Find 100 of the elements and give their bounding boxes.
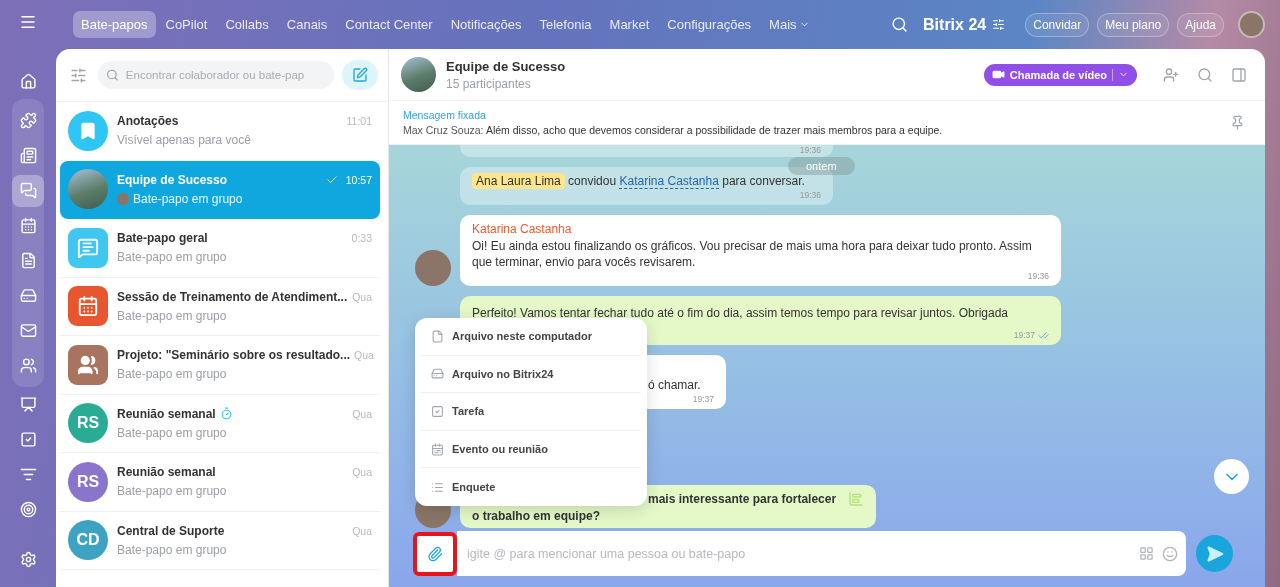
chat-subtitle: Bate-papo em grupo xyxy=(133,191,243,206)
chat-title: Sessão de Treinamento de Atendiment... xyxy=(117,289,348,304)
chat-title: Bate-papo geral xyxy=(117,231,208,246)
send-icon xyxy=(1205,544,1224,563)
message-text: ó chamar. xyxy=(648,377,702,393)
chat-time: Qua xyxy=(352,407,372,420)
chat-title: Equipe de Sucesso xyxy=(117,172,228,187)
header-button[interactable]: Convidar xyxy=(1025,12,1090,37)
system-message: Ana Laura Lima convidou Katarina Castanha para conversar. xyxy=(472,173,821,189)
chats-icon[interactable] xyxy=(12,174,44,207)
nav-tab[interactable]: Configurações xyxy=(659,11,760,38)
paperclip-icon xyxy=(427,545,443,562)
chat-time: Qua xyxy=(352,290,372,303)
nav-tab[interactable]: CoPilot xyxy=(157,11,216,38)
message-text: Oi! Eu ainda estou finalizando os gráficos. Vou precisar de mais uma hora para deixar tudo pronto. Assim que terminar, envio para vocês revisarem. xyxy=(472,238,1033,270)
message-time: 19:36 xyxy=(799,145,821,156)
header-button[interactable]: Meu plano xyxy=(1097,12,1170,37)
message-text: o trabalho em equipe? xyxy=(472,508,601,524)
photo-placeholder xyxy=(401,57,436,92)
search-input[interactable]: Encontrar colaborador ou bate-pap xyxy=(123,68,328,82)
search-field[interactable]: Encontrar colaborador ou bate-pap xyxy=(98,61,334,89)
nav-tab[interactable]: Collabs xyxy=(217,11,277,38)
user-avatar xyxy=(415,250,451,286)
nav-tab[interactable]: Telefonia xyxy=(531,11,600,38)
participants-count: 15 participantes xyxy=(446,76,532,91)
chat-time: 0:33 xyxy=(351,232,372,245)
nav-tab[interactable]: Contact Center xyxy=(337,11,441,38)
emoji-icon[interactable] xyxy=(1162,545,1178,562)
pen-icon xyxy=(352,67,368,83)
nav-tab[interactable]: Mais xyxy=(761,11,818,38)
initials-avatar: RS xyxy=(68,403,108,444)
photo-placeholder xyxy=(68,169,108,210)
chat-title: Central de Suporte xyxy=(117,523,225,538)
chat-time: 10:57 xyxy=(345,173,372,186)
chat-subtitle: Bate-papo em grupo xyxy=(117,542,227,557)
chat-subtitle: Bate-papo em grupo xyxy=(117,425,227,440)
chat-list-item[interactable]: CD Central de Suporte Qua Bate-papo em grupo xyxy=(60,511,380,570)
message-text: mais interessante para fortalecer xyxy=(648,491,837,507)
poll-icon xyxy=(848,491,864,507)
chat-subtitle: Bate-papo em grupo xyxy=(117,308,227,323)
event-icon xyxy=(431,442,444,456)
message-time: 19:36 xyxy=(1027,271,1049,282)
chat-title: Equipe de Sucesso xyxy=(446,58,567,74)
user-avatar[interactable] xyxy=(1238,11,1265,38)
nav-tab[interactable]: Bate-papos xyxy=(73,11,156,38)
initials-avatar: RS xyxy=(68,461,108,502)
menu-item[interactable]: Arquivo neste computador xyxy=(421,318,641,356)
send-button[interactable] xyxy=(1196,535,1233,572)
menu-item[interactable]: Arquivo no Bitrix24 xyxy=(421,355,641,394)
chat-subtitle: Bate-papo em grupo xyxy=(117,367,227,382)
chat-list-item[interactable]: Anotações 11:01 Visível apenas para você xyxy=(60,102,380,161)
user-link[interactable]: Katarina Castanha xyxy=(619,174,719,189)
sliders-icon[interactable] xyxy=(992,18,1006,31)
chat-time: Qua xyxy=(352,524,372,537)
nav-tab[interactable]: Canais xyxy=(278,11,336,38)
chat-time: Qua xyxy=(354,349,374,362)
task-icon xyxy=(431,405,444,418)
attach-button[interactable] xyxy=(413,531,457,576)
menu-item[interactable]: Evento ou reunião xyxy=(421,430,641,469)
chat-time: Qua xyxy=(352,466,372,479)
message-field[interactable]: igite @ para mencionar uma pessoa ou bate-papo xyxy=(457,531,1186,576)
video-camera-icon xyxy=(991,68,1005,81)
chat-subtitle: Bate-papo em grupo xyxy=(117,484,227,499)
new-chat-button[interactable] xyxy=(342,60,378,90)
message-author[interactable]: Katarina Castanha xyxy=(472,221,1049,237)
chat-list-item[interactable]: Projeto: "Seminário sobre os resultado... Qua Bate-papo em grupo xyxy=(60,336,380,395)
pinned-label: Mensagem fixada xyxy=(403,109,487,121)
chat-subtitle: Visível apenas para você xyxy=(117,133,251,148)
message-time: 19:36 xyxy=(799,190,821,201)
nav-tab[interactable]: Market xyxy=(601,11,658,38)
chat-list-item[interactable]: RS Reunião semanal Qua Bate-papo em grupo xyxy=(60,453,380,512)
scroll-down-button[interactable] xyxy=(1214,459,1249,494)
message-time: 19:37 xyxy=(1013,330,1049,341)
menu-item[interactable]: Enquete xyxy=(421,468,641,506)
chat-list-item[interactable]: Sessão de Treinamento de Atendiment... Qua Bate-papo em grupo xyxy=(60,277,380,336)
chat-title: Anotações xyxy=(117,114,179,129)
apps-icon[interactable] xyxy=(1139,546,1154,561)
user-mention[interactable]: Ana Laura Lima xyxy=(472,173,565,189)
chat-list-item[interactable]: RS Reunião semanal Qua Bate-papo em grupo xyxy=(60,394,380,453)
search-icon xyxy=(106,68,119,82)
chat-time: 11:01 xyxy=(346,115,372,128)
pinned-message: Max Cruz Souza: Além disso, acho que devemos considerar a possibilidade de trazer mais membros para a equipe. xyxy=(403,124,944,136)
header-button[interactable]: Ajuda xyxy=(1177,12,1224,37)
video-call-button[interactable]: Chamada de vídeo xyxy=(983,63,1137,86)
drive-icon xyxy=(431,367,444,381)
chat-list-item[interactable]: Bate-papo geral 0:33 Bate-papo em grupo xyxy=(60,219,380,278)
chat-title: Reunião semanal xyxy=(117,406,216,421)
message-time: 19:37 xyxy=(692,394,714,405)
menu-item[interactable]: Tarefa xyxy=(421,393,641,431)
chat-list-item[interactable]: Equipe de Sucesso 10:57 Bate-papo em grupo xyxy=(60,160,380,219)
date-label: ontem xyxy=(788,157,855,175)
initials-avatar: CD xyxy=(68,520,108,561)
chat-title: Projeto: "Seminário sobre os resultado... xyxy=(117,348,351,363)
file-icon xyxy=(431,329,444,343)
chat-title: Reunião semanal xyxy=(117,465,216,480)
poll-icon xyxy=(431,480,444,494)
chat-subtitle: Bate-papo em grupo xyxy=(117,250,227,265)
nav-tab[interactable]: Notificações xyxy=(442,11,530,38)
brand-logo: Bitrix 24 xyxy=(923,15,987,34)
message-text: Perfeito! Vamos tentar fechar tudo até o fim do dia, assim temos tempo para revisar juntos. Obrigada xyxy=(472,305,1010,321)
